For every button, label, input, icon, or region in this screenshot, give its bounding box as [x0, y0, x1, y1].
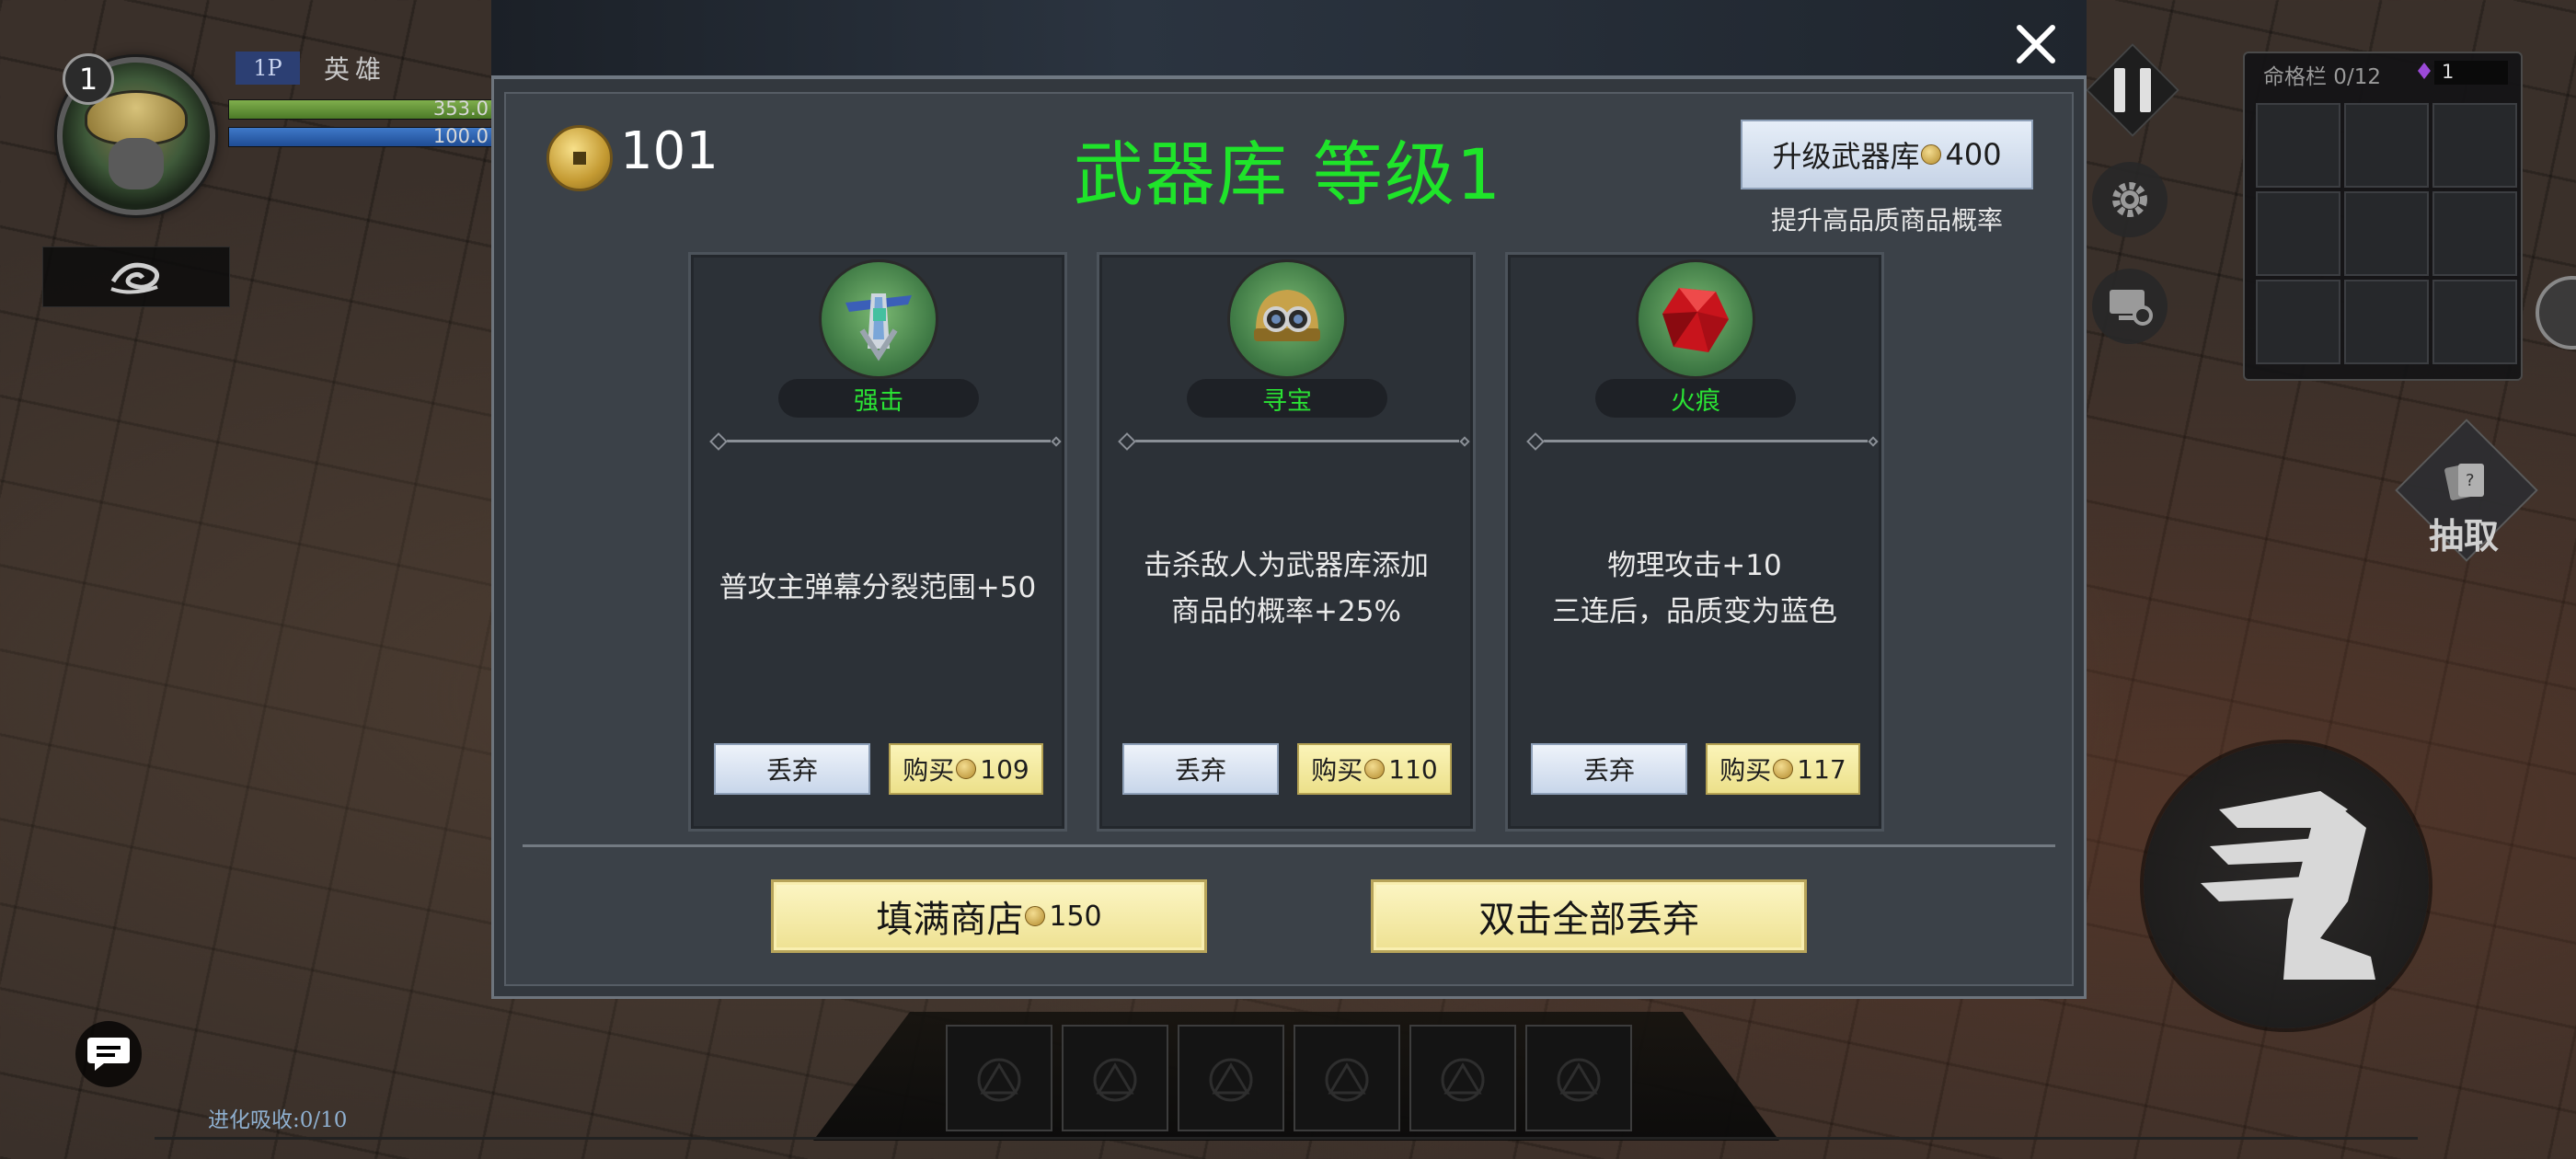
- item-slot[interactable]: [1294, 1025, 1400, 1131]
- hp-bar: 353.0: [228, 98, 495, 120]
- chat-button[interactable]: [75, 1021, 142, 1087]
- card-divider: [1135, 440, 1459, 442]
- fate-slot[interactable]: [2432, 103, 2517, 188]
- buy-button[interactable]: 购买 117: [1706, 743, 1860, 795]
- item-bar: [946, 1025, 1632, 1131]
- coin-icon: [1773, 759, 1794, 779]
- fate-slot[interactable]: [2256, 191, 2340, 276]
- fill-label: 填满商店: [876, 899, 1024, 941]
- triangle-emblem-icon: [1209, 1058, 1253, 1102]
- buy-label: 购买: [903, 755, 955, 786]
- mp-value: 100.0: [432, 125, 489, 147]
- fate-slot[interactable]: [2432, 280, 2517, 364]
- fate-slot[interactable]: [2256, 103, 2340, 188]
- settings-button[interactable]: [2092, 162, 2168, 237]
- close-button[interactable]: [2011, 22, 2061, 72]
- winged-boot-icon: [2201, 791, 2375, 980]
- upgrade-armory-button[interactable]: 升级武器库 400: [1741, 120, 2033, 189]
- cards-icon: ?: [2444, 464, 2484, 500]
- item-slot[interactable]: [1409, 1025, 1516, 1131]
- player-level-badge: 1: [63, 53, 114, 105]
- card-name: 强击: [778, 379, 979, 418]
- buy-label: 购买: [1719, 755, 1772, 786]
- triangle-emblem-icon: [1093, 1058, 1137, 1102]
- card-description: 物理攻击+10 三连后，品质变为蓝色: [1505, 543, 1884, 635]
- fate-slot[interactable]: [2344, 191, 2429, 276]
- modal-divider: [523, 844, 2055, 847]
- discard-button[interactable]: 丢弃: [1531, 743, 1687, 795]
- avatar-face: [109, 138, 164, 189]
- card-desc-line: 物理攻击+10: [1607, 549, 1782, 582]
- bottom-divider: [155, 1137, 2418, 1140]
- card-name: 火痕: [1595, 379, 1796, 418]
- hp-value: 353.0: [432, 98, 489, 120]
- card-desc-line: 三连后，品质变为蓝色: [1552, 595, 1837, 628]
- mp-bar: 100.0: [228, 125, 495, 147]
- armory-title: 武器库 等级1: [1073, 133, 1503, 215]
- crossbow-icon[interactable]: [819, 259, 938, 379]
- buy-label: 购买: [1311, 755, 1363, 786]
- hero-label: 英雄: [324, 54, 387, 85]
- coin-icon: [1025, 906, 1046, 926]
- fate-gem-count: 1: [2434, 61, 2508, 85]
- svg-text:?: ?: [2466, 471, 2475, 490]
- triangle-emblem-icon: [977, 1058, 1021, 1102]
- evolution-progress: 进化吸收:0/10: [208, 1108, 348, 1132]
- triangle-emblem-icon: [1557, 1058, 1601, 1102]
- display-settings-button[interactable]: [2092, 269, 2168, 344]
- coin-icon: [1921, 144, 1942, 165]
- card-description: 普攻主弹幕分裂范围+50: [688, 565, 1067, 611]
- goggle-helmet-icon[interactable]: [1227, 259, 1347, 379]
- gold-coin-icon: [546, 125, 613, 191]
- buy-price: 109: [980, 753, 1029, 785]
- buy-button[interactable]: 购买 110: [1297, 743, 1452, 795]
- coin-icon: [1364, 759, 1386, 779]
- draw-label: 抽取: [2429, 516, 2500, 557]
- red-gem-icon[interactable]: [1636, 259, 1755, 379]
- card-description: 击杀敌人为武器库添加 商品的概率+25%: [1097, 543, 1476, 635]
- skill-slot[interactable]: [42, 247, 230, 307]
- upgrade-label: 升级武器库: [1772, 139, 1920, 174]
- monitor-gear-icon: [2110, 290, 2153, 326]
- card-divider: [1544, 440, 1868, 442]
- pause-icon: [2114, 68, 2151, 112]
- player-tag: 1P: [236, 52, 300, 85]
- card-divider: [727, 440, 1051, 442]
- triangle-emblem-icon: [1441, 1058, 1485, 1102]
- discard-button[interactable]: 丢弃: [1122, 743, 1279, 795]
- fate-slot[interactable]: [2256, 280, 2340, 364]
- item-slot[interactable]: [946, 1025, 1052, 1131]
- modal-header: [491, 0, 2087, 79]
- fate-slot[interactable]: [2432, 191, 2517, 276]
- card-name: 寻宝: [1187, 379, 1387, 418]
- gear-icon: [2112, 182, 2147, 217]
- fill-shop-button[interactable]: 填满商店 150: [771, 879, 1207, 953]
- buy-price: 110: [1388, 753, 1438, 785]
- fill-cost: 150: [1049, 900, 1102, 933]
- item-slot[interactable]: [1178, 1025, 1284, 1131]
- fate-slot-grid: [2256, 103, 2517, 364]
- chat-bubble-icon: [87, 1038, 130, 1071]
- upgrade-cost: 400: [1945, 137, 2002, 172]
- fate-slot[interactable]: [2344, 103, 2429, 188]
- coin-icon: [956, 759, 977, 779]
- discard-button[interactable]: 丢弃: [714, 743, 870, 795]
- fate-panel-title: 命格栏 0/12: [2263, 65, 2381, 89]
- discard-all-button[interactable]: 双击全部丢弃: [1371, 879, 1807, 953]
- edge-button[interactable]: [2536, 276, 2576, 350]
- card-desc-line: 商品的概率+25%: [1171, 595, 1401, 628]
- close-icon: [2017, 25, 2055, 63]
- buy-price: 117: [1797, 753, 1846, 785]
- fate-slot[interactable]: [2344, 280, 2429, 364]
- item-slot[interactable]: [1062, 1025, 1168, 1131]
- gold-amount: 101: [620, 121, 719, 181]
- triangle-emblem-icon: [1325, 1058, 1369, 1102]
- upgrade-note: 提升高品质商品概率: [1770, 205, 2003, 235]
- swirl-skill-icon: [110, 262, 160, 294]
- item-slot[interactable]: [1525, 1025, 1632, 1131]
- buy-button[interactable]: 购买 109: [889, 743, 1043, 795]
- card-desc-line: 普攻主弹幕分裂范围+50: [719, 571, 1037, 604]
- card-desc-line: 击杀敌人为武器库添加: [1144, 549, 1429, 582]
